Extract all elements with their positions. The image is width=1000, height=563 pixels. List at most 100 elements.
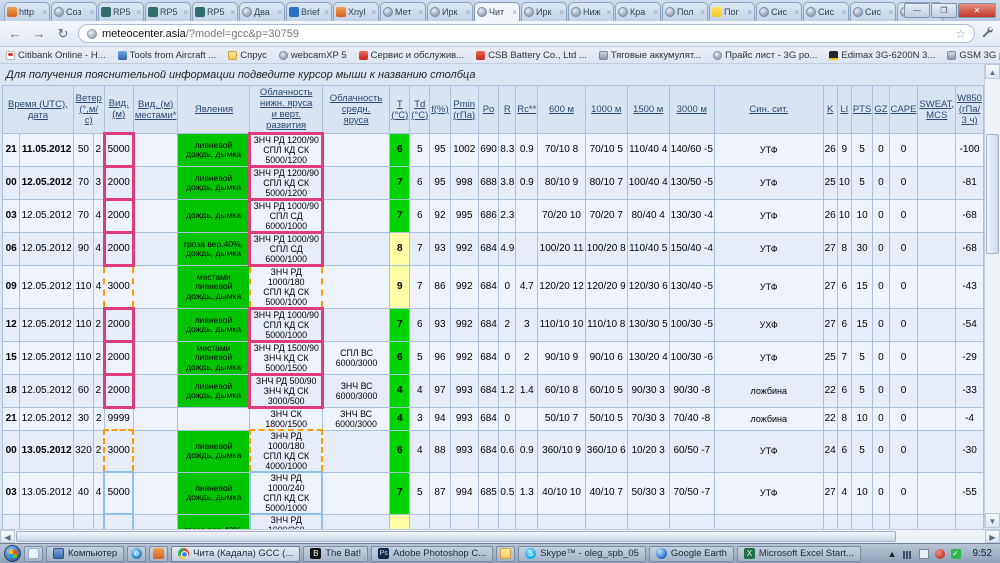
- tab-close-icon[interactable]: ×: [418, 8, 423, 17]
- column-header[interactable]: Вид. (м): [104, 86, 133, 134]
- bookmark-item[interactable]: Edimax 3G-6200N 3...: [829, 50, 935, 61]
- bookmark-item[interactable]: CSB Battery Co., Ltd ...: [476, 50, 587, 61]
- column-header[interactable]: CAPE: [889, 86, 918, 134]
- column-header[interactable]: 600 м: [538, 86, 586, 134]
- taskbar-button-компьютер[interactable]: Компьютер: [46, 546, 124, 562]
- bookmark-item[interactable]: GSM 3G роутер (ма...: [947, 50, 1000, 61]
- column-header[interactable]: Rc**: [516, 86, 538, 134]
- scroll-down-arrow[interactable]: ▼: [985, 513, 1000, 528]
- taskbar-button[interactable]: [24, 546, 43, 562]
- tab-close-icon[interactable]: ×: [183, 8, 188, 17]
- bookmark-item[interactable]: Tools from Aircraft ...: [118, 50, 217, 61]
- tab-http[interactable]: http×: [4, 2, 50, 21]
- tab-rp5[interactable]: RP5×: [145, 2, 191, 21]
- column-header[interactable]: Ветер (°,м/ с): [73, 86, 104, 134]
- bookmark-item[interactable]: Сервис и обслужив...: [359, 50, 465, 61]
- scroll-up-arrow[interactable]: ▲: [985, 64, 1000, 79]
- alert-icon[interactable]: [935, 549, 945, 559]
- taskbar-button-microsoft[interactable]: XMicrosoft Excel Start...: [737, 546, 861, 562]
- taskbar-button-adobe[interactable]: PsAdobe Photoshop C...: [371, 546, 493, 562]
- column-header[interactable]: GZ: [873, 86, 889, 134]
- bookmark-item[interactable]: Тяговые аккумулят...: [599, 50, 701, 61]
- taskbar-button-google[interactable]: Google Earth: [649, 546, 734, 562]
- column-header[interactable]: Td (°C): [410, 86, 430, 134]
- bookmark-item[interactable]: webcamXP 5: [279, 50, 347, 61]
- tab-close-icon[interactable]: ×: [747, 8, 752, 17]
- tab-close-icon[interactable]: ×: [606, 8, 611, 17]
- column-header[interactable]: PTS: [851, 86, 872, 134]
- column-header[interactable]: Син. сит.: [714, 86, 823, 134]
- tab-кра[interactable]: Кра×: [615, 2, 661, 21]
- column-header[interactable]: f(%): [430, 86, 450, 134]
- tab-close-icon[interactable]: ×: [888, 8, 893, 17]
- tab-close-icon[interactable]: ×: [277, 8, 282, 17]
- tab-rp5[interactable]: RP5×: [98, 2, 144, 21]
- vscroll-thumb[interactable]: [986, 134, 999, 254]
- tab-мет[interactable]: Мет×: [380, 2, 426, 21]
- column-header[interactable]: Pmin (гПа): [450, 86, 478, 134]
- taskbar-button[interactable]: [496, 546, 515, 562]
- tab-ниж[interactable]: Ниж×: [568, 2, 614, 21]
- column-header[interactable]: 1000 м: [585, 86, 627, 134]
- antivirus-shield-icon[interactable]: ✓: [951, 549, 961, 559]
- column-header[interactable]: Явления: [178, 86, 250, 134]
- scroll-left-arrow[interactable]: ◀: [0, 530, 15, 543]
- tab-сис[interactable]: Сис×: [850, 2, 896, 21]
- column-header[interactable]: Po: [478, 86, 499, 134]
- tab-ирк[interactable]: Ирк×: [427, 2, 473, 21]
- scroll-right-arrow[interactable]: ▶: [985, 530, 1000, 543]
- column-header[interactable]: SWEAT, MCS: [918, 86, 956, 134]
- tab-ирк[interactable]: Ирк×: [521, 2, 567, 21]
- tab-brief[interactable]: Brief×: [286, 2, 332, 21]
- forward-button[interactable]: →: [30, 26, 48, 41]
- tab-close-icon[interactable]: ×: [136, 8, 141, 17]
- tab-сис[interactable]: Сис×: [803, 2, 849, 21]
- tab-close-icon[interactable]: ×: [700, 8, 705, 17]
- column-header[interactable]: Т (°C): [390, 86, 410, 134]
- tab-close-icon[interactable]: ×: [794, 8, 799, 17]
- network-icon[interactable]: [919, 549, 929, 559]
- bookmark-star-icon[interactable]: ☆: [955, 27, 966, 41]
- column-header[interactable]: 3000 м: [669, 86, 714, 134]
- column-header[interactable]: Время (UTC), дата: [3, 86, 74, 134]
- column-header[interactable]: Вид. (м) местами*: [133, 86, 178, 134]
- column-header[interactable]: Облачность нижн. яруса и верт. развития: [250, 86, 322, 134]
- reload-button[interactable]: ↻: [54, 26, 72, 42]
- bookmark-item[interactable]: Citibank Online - H...: [6, 50, 106, 61]
- minimize-button[interactable]: —: [904, 3, 930, 18]
- tab-close-icon[interactable]: ×: [230, 8, 235, 17]
- taskbar-button-чита[interactable]: Чита (Кадала) GCC (...: [171, 546, 300, 562]
- column-header[interactable]: R: [499, 86, 516, 134]
- bookmark-item[interactable]: Прайс лист - 3G ро...: [713, 50, 817, 61]
- vertical-scrollbar[interactable]: ▲ ▼: [984, 64, 1000, 528]
- tab-close-icon[interactable]: ×: [324, 8, 329, 17]
- tab-пол[interactable]: Пол×: [662, 2, 708, 21]
- tab-close-icon[interactable]: ×: [653, 8, 658, 17]
- taskbar-button[interactable]: e: [127, 546, 146, 562]
- tab-чит[interactable]: Чит×: [474, 2, 520, 21]
- tray-expand-icon[interactable]: ▲: [888, 549, 897, 559]
- tab-rp5[interactable]: RP5×: [192, 2, 238, 21]
- tab-сис[interactable]: Сис×: [756, 2, 802, 21]
- hscroll-thumb[interactable]: [16, 531, 896, 542]
- column-header[interactable]: Облачность средн. яруса: [322, 86, 389, 134]
- tab-xnyl[interactable]: Xnyl×: [333, 2, 379, 21]
- bookmark-item[interactable]: Спрус: [228, 50, 267, 61]
- signal-bars-icon[interactable]: [903, 551, 913, 559]
- back-button[interactable]: ←: [6, 26, 24, 41]
- address-bar[interactable]: meteocenter.asia/?model=gcc&p=30759 ☆: [78, 24, 975, 43]
- tab-соз[interactable]: Соз×: [51, 2, 97, 21]
- start-button[interactable]: [4, 545, 21, 562]
- tab-close-icon[interactable]: ×: [512, 8, 517, 17]
- tab-close-icon[interactable]: ×: [559, 8, 564, 17]
- tab-close-icon[interactable]: ×: [465, 8, 470, 17]
- horizontal-scrollbar[interactable]: ◀ ▶: [0, 529, 1000, 543]
- column-header[interactable]: W850 (гПа/ 3 ч): [956, 86, 984, 134]
- tab-close-icon[interactable]: ×: [371, 8, 376, 17]
- close-button[interactable]: ✕: [958, 3, 996, 18]
- tab-close-icon[interactable]: ×: [89, 8, 94, 17]
- tab-пог[interactable]: Пог×: [709, 2, 755, 21]
- column-header[interactable]: 1500 м: [627, 86, 669, 134]
- tab-close-icon[interactable]: ×: [42, 8, 47, 17]
- taskbar-button-the[interactable]: BThe Bat!: [303, 546, 368, 562]
